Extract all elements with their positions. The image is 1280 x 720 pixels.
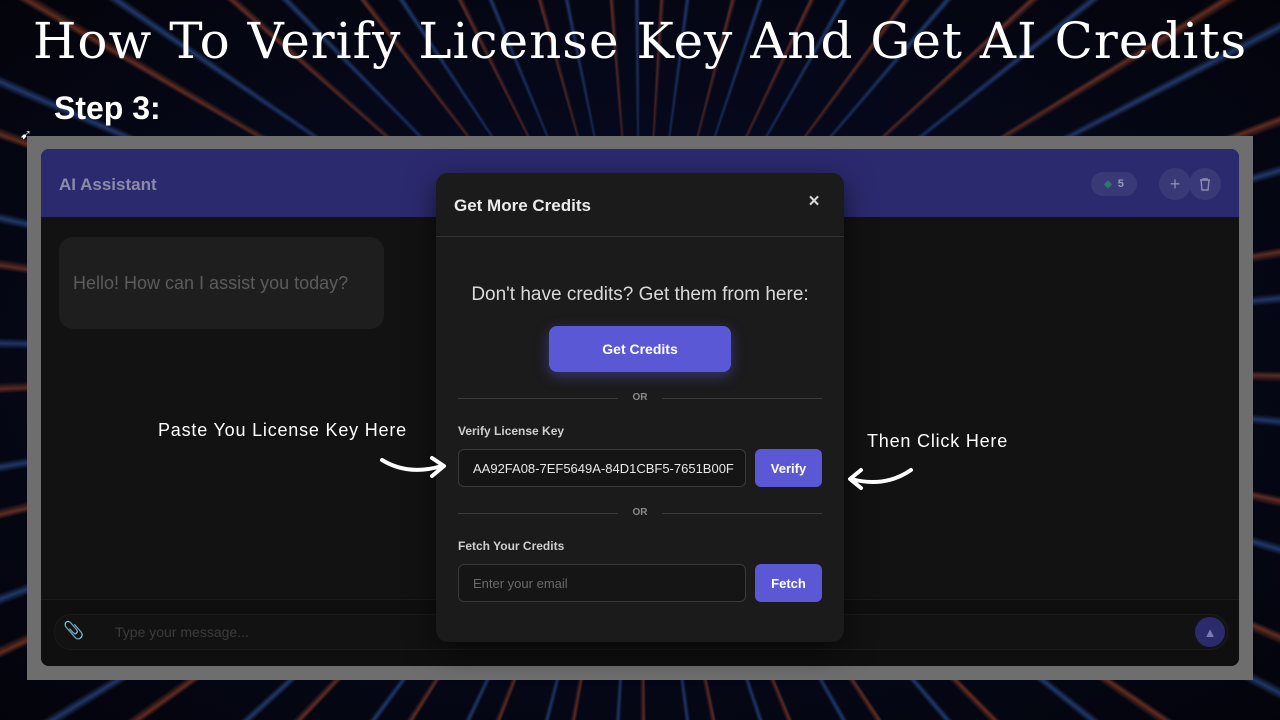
- click-hint-annotation: Then Click Here: [867, 431, 1009, 451]
- credits-badge[interactable]: ◆ 5: [1091, 172, 1137, 196]
- clear-chat-button[interactable]: [1189, 168, 1221, 200]
- or-separator: OR: [458, 506, 822, 520]
- fetch-button[interactable]: Fetch: [755, 564, 822, 602]
- close-icon[interactable]: ×: [804, 191, 824, 215]
- fetch-credits-label: Fetch Your Credits: [458, 539, 565, 553]
- trash-icon: [1200, 178, 1210, 191]
- send-icon: ▲: [1203, 624, 1217, 640]
- left-arrow-icon: [848, 468, 913, 490]
- email-field[interactable]: [458, 564, 746, 602]
- plus-icon: +: [1169, 173, 1181, 194]
- app-title: AI Assistant: [59, 175, 157, 194]
- modal-divider: [436, 236, 844, 237]
- or-separator: OR: [458, 391, 822, 405]
- assistant-message-text: Hello! How can I assist you today?: [73, 272, 349, 293]
- new-chat-button[interactable]: +: [1159, 168, 1191, 200]
- separator-line: [662, 513, 822, 514]
- right-arrow-icon: [380, 456, 446, 478]
- verify-license-label: Verify License Key: [458, 424, 565, 438]
- license-key-input[interactable]: [458, 449, 746, 487]
- paperclip-icon[interactable]: 📎: [63, 621, 84, 641]
- verify-button[interactable]: Verify: [755, 449, 822, 487]
- page-headline: How To Verify License Key And Get AI Cre…: [32, 12, 1248, 70]
- gem-icon: ◆: [1104, 178, 1112, 190]
- step-label: Step 3:: [54, 90, 161, 126]
- get-credits-modal: Get More Credits × Don't have credits? G…: [436, 173, 844, 642]
- message-input[interactable]: Type your message...: [115, 624, 249, 640]
- send-button[interactable]: ▲: [1195, 617, 1225, 647]
- credits-count: 5: [1117, 178, 1124, 190]
- separator-line: [662, 398, 822, 399]
- assistant-message: Hello! How can I assist you today?: [59, 237, 384, 329]
- modal-title: Get More Credits: [454, 196, 591, 215]
- credits-prompt: Don't have credits? Get them from here:: [471, 284, 809, 305]
- paste-hint-annotation: Paste You License Key Here: [158, 420, 407, 440]
- get-credits-button[interactable]: Get Credits: [549, 326, 731, 372]
